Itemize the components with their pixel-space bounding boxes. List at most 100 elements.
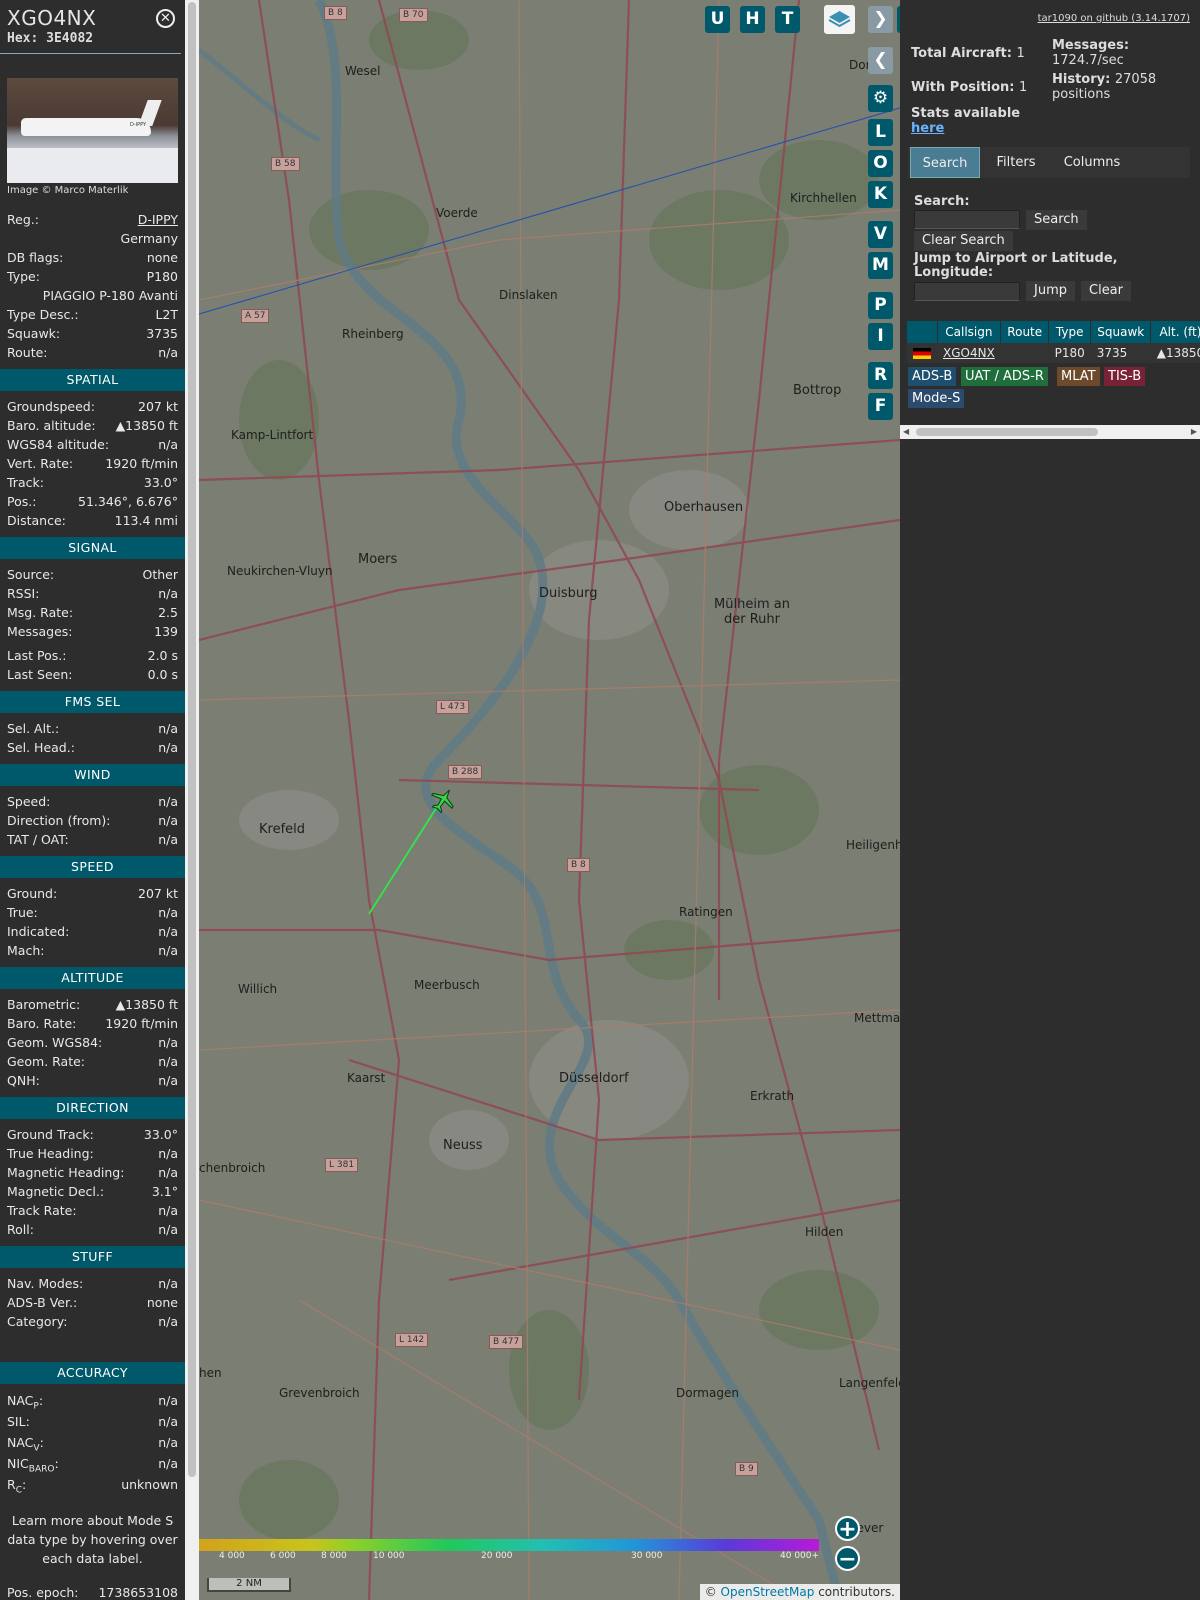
clear-search-button[interactable]: Clear Search	[914, 231, 1013, 251]
column-header[interactable]: Callsign	[937, 321, 1002, 343]
aircraft-photo[interactable]: D-IPPY	[7, 78, 178, 183]
learn-more-text: Learn more about Mode S data type by hov…	[7, 1513, 178, 1566]
photo-credit[interactable]: Image © Marco Materlik	[7, 185, 178, 196]
stats-link[interactable]: here	[911, 121, 944, 136]
detail-label: Geom. Rate:	[7, 1054, 86, 1069]
with-position: With Position: 1	[911, 80, 1027, 95]
table-row[interactable]: XGO4NX P180 3735 ▲13850	[907, 343, 1200, 363]
collapse-sidebar-button[interactable]: ❮	[868, 47, 893, 74]
detail-row: Barometric: ▲13850 ft	[0, 995, 185, 1014]
germany-flag-icon	[913, 348, 931, 359]
map-button-h[interactable]: H	[740, 6, 765, 33]
detail-label: TAT / OAT:	[7, 832, 69, 847]
map-button-u[interactable]: U	[705, 6, 730, 33]
detail-label: QNH:	[7, 1073, 40, 1088]
photo-reg: D-IPPY	[130, 122, 147, 128]
info-label: Route:	[7, 345, 48, 360]
detail-value: ▲13850 ft	[115, 418, 178, 433]
detail-value: n/a	[158, 740, 178, 755]
accuracy-row: NACV: n/a	[0, 1432, 185, 1454]
place-label: Kirchhellen	[790, 191, 857, 205]
section-accuracy: ACCURACY	[0, 1362, 185, 1384]
map-button-k[interactable]: K	[868, 181, 893, 208]
scroll-left-icon[interactable]: ◀	[903, 427, 909, 436]
jump-button[interactable]: Jump	[1026, 281, 1075, 301]
accuracy-label: SIL:	[7, 1411, 30, 1432]
accuracy-label-text: R	[7, 1477, 16, 1492]
column-header[interactable]: Squawk	[1090, 321, 1152, 343]
openstreetmap-link[interactable]: OpenStreetMap	[721, 1585, 815, 1599]
place-label: Wesel	[345, 64, 381, 78]
map-button-v[interactable]: V	[868, 221, 893, 248]
place-label: Ratingen	[679, 905, 733, 919]
altitude-tick: 30 000	[631, 1551, 663, 1561]
history-stat: History: 27058 positions	[1052, 72, 1192, 102]
altitude-tick: 20 000	[481, 1551, 513, 1561]
column-header[interactable]: Route	[1000, 321, 1050, 343]
accuracy-label-sub: C	[15, 1485, 22, 1496]
table-scroll-thumb[interactable]	[916, 428, 1098, 436]
callsign-cell[interactable]: XGO4NX	[937, 343, 1001, 363]
detail-value: 2.0 s	[147, 648, 178, 663]
accuracy-label-text: NAC	[7, 1435, 34, 1450]
total-aircraft-label: Total Aircraft:	[911, 46, 1012, 61]
panel-scroll-thumb[interactable]	[188, 2, 196, 1477]
layers-button[interactable]	[824, 5, 855, 34]
gear-icon: ⚙	[872, 88, 889, 108]
detail-value: 51.346°, 6.676°	[78, 494, 178, 509]
map-button-o[interactable]: O	[868, 150, 893, 177]
detail-row: Speed: n/a	[0, 792, 185, 811]
info-rows: Reg.: D-IPPY Germany DB flags: none Type: P180…	[0, 210, 185, 362]
detail-row: Distance: 113.4 nmi	[0, 511, 185, 530]
detail-value: n/a	[158, 1165, 178, 1180]
map-button-l[interactable]: L	[868, 119, 893, 146]
info-row: Type: P180	[0, 267, 185, 286]
settings-button[interactable]: ⚙	[868, 85, 893, 112]
map[interactable]: Wesel Voerde Dinslaken Rheinberg Kamp-Lintfo…	[199, 0, 900, 1600]
search-button[interactable]: Search	[1026, 210, 1087, 230]
detail-label: Msg. Rate:	[7, 605, 74, 620]
map-button-p[interactable]: P	[868, 292, 893, 319]
detail-label: Ground Track:	[7, 1127, 94, 1142]
aircraft-icon[interactable]	[429, 786, 457, 814]
detail-value: n/a	[158, 924, 178, 939]
search-input[interactable]	[914, 210, 1020, 229]
detail-row: Baro. Rate: 1920 ft/min	[0, 1014, 185, 1033]
detail-label: ADS-B Ver.:	[7, 1295, 78, 1310]
tab-search[interactable]: Search	[910, 147, 980, 178]
source-badge: ADS-B	[908, 367, 957, 386]
pos-epoch-row: Pos. epoch: 1738653108	[0, 1583, 185, 1600]
detail-value: 207 kt	[138, 886, 178, 901]
info-value: P180	[146, 269, 178, 284]
panel-scrollbar[interactable]	[185, 0, 199, 1600]
map-button-t[interactable]: T	[775, 6, 800, 33]
github-link[interactable]: tar1090 on github (3.14.1707)	[1038, 13, 1190, 24]
detail-row: Messages: 139	[0, 622, 185, 641]
close-icon[interactable]: ✕	[156, 9, 175, 28]
map-button-f[interactable]: F	[868, 393, 893, 420]
info-value: none	[146, 250, 178, 265]
map-button-r[interactable]: R	[868, 362, 893, 389]
detail-row: Vert. Rate: 1920 ft/min	[0, 454, 185, 473]
map-button-i[interactable]: I	[868, 323, 893, 350]
map-button-m[interactable]: M	[868, 252, 893, 279]
jump-input[interactable]	[914, 282, 1020, 301]
detail-value: Other	[142, 567, 179, 582]
table-horizontal-scrollbar[interactable]: ◀ ▶	[900, 425, 1200, 439]
scroll-right-icon[interactable]: ▶	[1191, 427, 1197, 436]
detail-row: Ground: 207 kt	[0, 884, 185, 903]
tab-columns[interactable]: Columns	[1050, 147, 1134, 178]
tab-filters[interactable]: Filters	[986, 147, 1046, 178]
info-label: Type:	[7, 269, 40, 284]
registration-link[interactable]: D-IPPY	[138, 210, 178, 229]
place-label: Oberhausen	[664, 500, 744, 515]
expand-sidebar-button[interactable]: ❯	[868, 6, 893, 33]
zoom-in-button[interactable]: +	[835, 1516, 860, 1542]
place-label: Langenfeld	[839, 1376, 900, 1390]
column-header[interactable]	[907, 321, 938, 343]
zoom-out-button[interactable]: −	[835, 1546, 860, 1572]
column-header[interactable]: Type	[1048, 321, 1092, 343]
detail-value: n/a	[158, 1054, 178, 1069]
column-header[interactable]: Alt. (ft)	[1150, 321, 1200, 343]
clear-jump-button[interactable]: Clear	[1081, 281, 1131, 301]
